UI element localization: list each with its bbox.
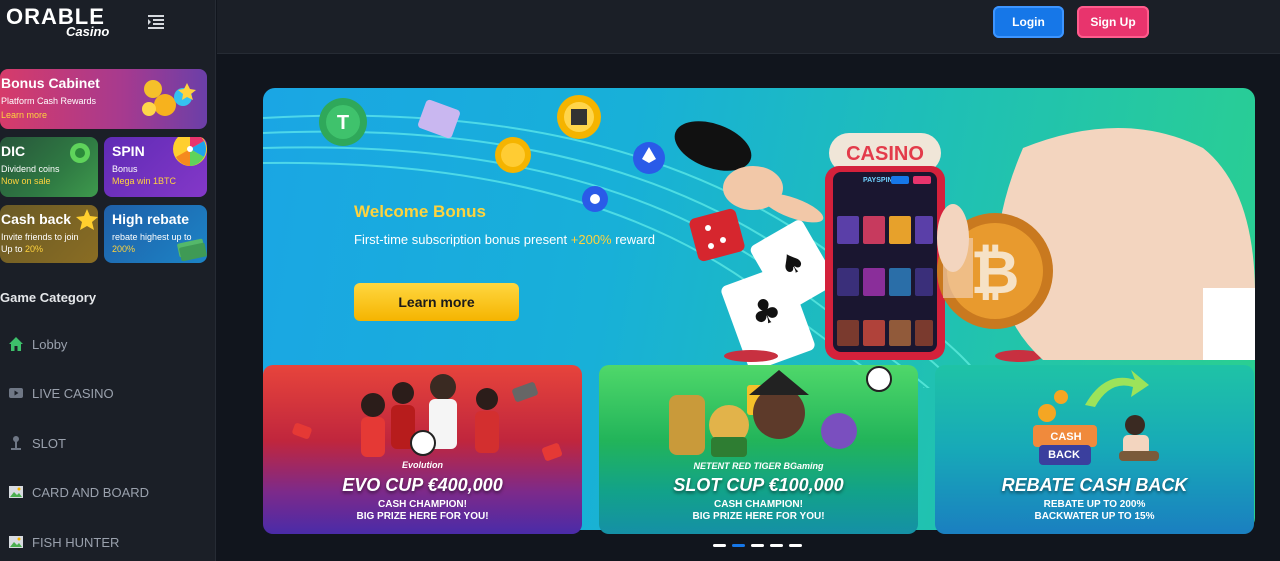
svg-text:₿: ₿ [971, 238, 1020, 308]
category-lobby[interactable]: Lobby [8, 332, 67, 356]
promo-line1: CASH CHAMPION! [378, 499, 467, 510]
promo-brand: NETENT RED TIGER BGaming [693, 461, 824, 471]
category-fish-hunter[interactable]: FISH HUNTER [8, 530, 119, 554]
casino-sign-text: CASINO [846, 143, 924, 165]
cashback-extra: Up to 20% [1, 244, 43, 254]
coins-icon [142, 80, 196, 116]
bonus-cabinet-card[interactable]: Bonus Cabinet Platform Cash Rewards Lear… [0, 69, 207, 129]
brand-sub: Casino [66, 24, 110, 39]
promo-title: SLOT CUP €100,000 [673, 475, 844, 495]
category-label: LIVE CASINO [32, 385, 114, 401]
promo-evo-cup[interactable]: Evolution EVO CUP €400,000 CASH CHAMPION… [263, 365, 582, 534]
promo-line1: CASH CHAMPION! [714, 499, 803, 510]
promo-brand: Evolution [402, 460, 443, 470]
rebate-extra: 200% [112, 244, 136, 254]
spin-title: SPIN [112, 143, 145, 159]
hero-desc-prefix: First-time subscription bonus present [354, 232, 571, 247]
promo-title: EVO CUP €400,000 [342, 475, 503, 495]
phone-brand-text: PAYSPIN [863, 177, 893, 184]
cashback-extra-prefix: Up to [1, 244, 26, 254]
cash-icon [177, 238, 207, 261]
hero-learn-more-button[interactable]: Learn more [354, 283, 519, 321]
signup-button[interactable]: Sign Up [1077, 6, 1149, 38]
image-icon [9, 536, 23, 548]
carousel-dot[interactable] [770, 544, 783, 547]
menu-toggle-icon[interactable] [148, 14, 166, 30]
bonus-cabinet-sub: Platform Cash Rewards [1, 96, 97, 106]
carousel-dot[interactable] [751, 544, 764, 547]
spin-card[interactable]: SPIN Bonus Mega win 1BTC [104, 137, 207, 197]
hero-title: Welcome Bonus [354, 202, 486, 221]
dic-coin-icon [70, 143, 90, 163]
cash-badge-bottom: BACK [1048, 449, 1080, 461]
promo-line2: BIG PRIZE HERE FOR YOU! [692, 511, 825, 522]
hero-desc-suffix: reward [611, 232, 655, 247]
rebate-title: High rebate [112, 211, 190, 227]
promo-title: REBATE CASH BACK [1001, 475, 1188, 495]
category-title: Game Category [0, 290, 97, 305]
promo-rebate-cash-back[interactable]: CASH BACK REBATE CASH BACK REBATE UP TO … [935, 365, 1254, 534]
category-slot[interactable]: SLOT [8, 431, 66, 455]
star-icon [76, 209, 98, 230]
cashback-card[interactable]: Cash back Invite friends to join Up to 2… [0, 205, 98, 263]
cashback-sub: Invite friends to join [1, 232, 79, 242]
bonus-cabinet-learn-more[interactable]: Learn more [1, 110, 47, 120]
promo-slot-cup[interactable]: NETENT RED TIGER BGaming SLOT CUP €100,0… [599, 365, 918, 534]
category-label: FISH HUNTER [32, 534, 120, 550]
category-card-and-board[interactable]: CARD AND BOARD [8, 480, 149, 504]
promo-line1: REBATE UP TO 200% [1043, 499, 1146, 510]
slot-characters-illustration [669, 366, 892, 457]
bonus-cabinet-title: Bonus Cabinet [1, 75, 100, 91]
brand-logo[interactable]: ORABLE Casino [6, 4, 126, 40]
promo-line2: BACKWATER UP TO 15% [1034, 511, 1155, 522]
cashback-extra-value: 20% [25, 244, 44, 254]
category-label: Lobby [32, 336, 68, 352]
cashback-title: Cash back [1, 211, 72, 227]
svg-text:T: T [337, 112, 349, 134]
carousel-dot[interactable] [732, 544, 745, 547]
cash-badge-top: CASH [1050, 431, 1082, 443]
dic-extra: Now on sale [1, 176, 51, 186]
promo-line2: BIG PRIZE HERE FOR YOU! [356, 511, 489, 522]
category-label: SLOT [32, 435, 66, 451]
dic-title: DIC [1, 143, 26, 159]
sidebar: ORABLE Casino Bonus Cabinet Platform Cas… [0, 0, 216, 561]
category-live-casino[interactable]: LIVE CASINO [8, 381, 114, 405]
video-icon [9, 388, 23, 398]
top-header: Login Sign Up [217, 0, 1280, 54]
spin-extra: Mega win 1BTC [112, 176, 177, 186]
hero-description: First-time subscription bonus present +2… [354, 232, 655, 247]
spin-sub: Bonus [112, 164, 138, 174]
cashback-illustration [1033, 370, 1159, 465]
carousel-dot[interactable] [789, 544, 802, 547]
dic-card[interactable]: DIC Dividend coins Now on sale [0, 137, 98, 197]
category-label: CARD AND BOARD [32, 484, 150, 500]
slot-icon [11, 436, 21, 450]
carousel-dot[interactable] [713, 544, 726, 547]
image-icon [9, 486, 23, 498]
rebate-card[interactable]: High rebate rebate highest up to 200% [104, 205, 207, 263]
login-button[interactable]: Login [993, 6, 1064, 38]
hero-desc-highlight: +200% [570, 232, 612, 247]
wheel-icon [173, 137, 207, 166]
dic-sub: Dividend coins [1, 164, 60, 174]
carousel-dots [713, 544, 802, 547]
home-icon [9, 337, 23, 351]
players-illustration [292, 374, 563, 461]
